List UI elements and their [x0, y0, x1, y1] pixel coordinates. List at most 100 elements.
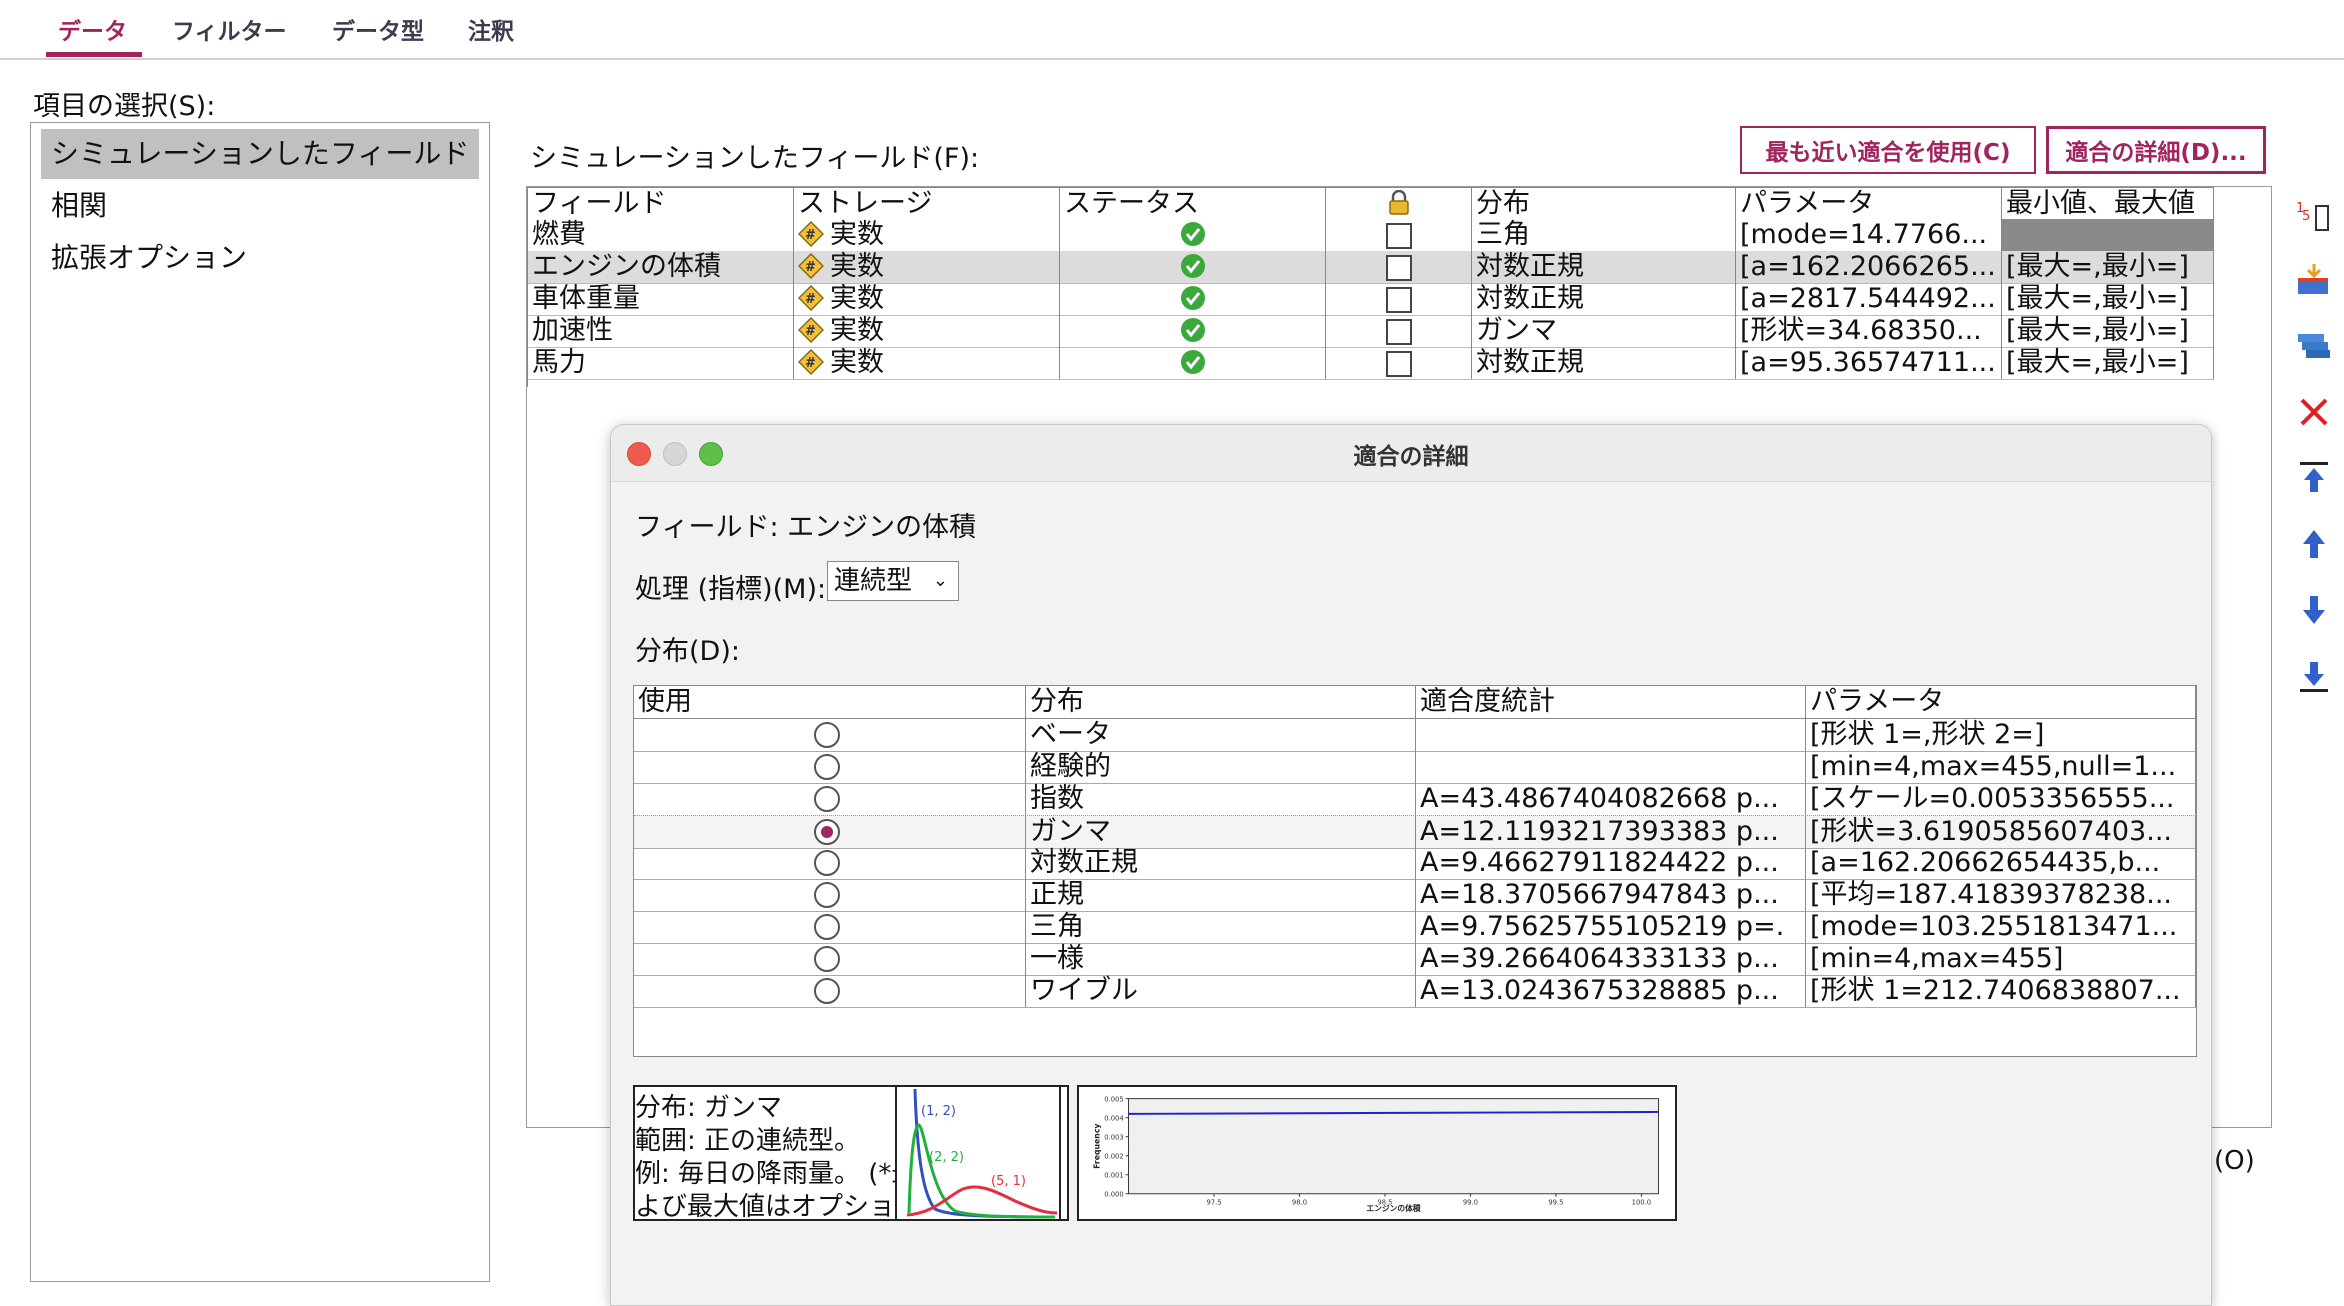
lock-checkbox[interactable]	[1385, 222, 1412, 249]
lock-cell[interactable]	[1326, 219, 1472, 251]
status-cell	[1060, 219, 1326, 251]
import-fields-icon[interactable]	[2294, 260, 2334, 300]
distribution-row[interactable]: 経験的 [min=4,max=455,null=1...	[634, 751, 2196, 784]
distribution-name-cell: 正規	[1026, 879, 1416, 911]
col-header-field[interactable]: フィールド	[528, 187, 794, 219]
minmax-cell[interactable]: [最大=,最小=]	[2002, 347, 2214, 379]
tab-filter[interactable]: フィルター	[172, 12, 287, 46]
distribution-name-cell: ベータ	[1026, 719, 1416, 751]
lock-checkbox[interactable]	[1385, 350, 1412, 377]
col-header-params[interactable]: パラメータ	[1806, 686, 2196, 718]
lock-cell[interactable]	[1326, 251, 1472, 283]
fields-table-row[interactable]: エンジンの体積 # 実数 対数正規 [a=162.2066265... [最大=,最小=]	[528, 251, 2214, 284]
fields-table-row[interactable]: 加速性 # 実数 ガンマ [形状=34.68350... [最大=,最小=]	[528, 315, 2214, 348]
distribution-row[interactable]: 正規 A=18.3705667947843 p... [平均=187.4183937…	[634, 879, 2196, 912]
table-stack-icon[interactable]	[2294, 326, 2334, 366]
use-cell[interactable]	[634, 751, 1026, 783]
distribution-radio[interactable]	[814, 914, 840, 940]
svg-text:5: 5	[2302, 209, 2310, 224]
y-tick-label: 0.004	[1104, 1115, 1123, 1123]
fields-table-row[interactable]: 車体重量 # 実数 対数正規 [a=2817.544492... [最大=,最小=]	[528, 283, 2214, 316]
svg-text:#: #	[805, 324, 816, 339]
field-name-cell: 燃費	[528, 219, 794, 251]
distribution-radio[interactable]	[814, 978, 840, 1004]
status-cell	[1060, 251, 1326, 283]
measure-select[interactable]: 連続型 ⌄	[827, 561, 959, 601]
y-axis-label: Frequency	[1092, 1124, 1101, 1169]
fit-details-button[interactable]: 適合の詳細(D)...	[2046, 126, 2266, 174]
use-closest-fit-button[interactable]: 最も近い適合を使用(C)	[1740, 126, 2036, 174]
lock-cell[interactable]	[1326, 315, 1472, 347]
minmax-cell[interactable]	[2002, 219, 2214, 251]
tab-data-type[interactable]: データ型	[332, 12, 424, 46]
distribution-radio[interactable]	[814, 882, 840, 908]
storage-cell: # 実数	[794, 219, 1060, 251]
measure-select-value: 連続型	[834, 566, 913, 596]
col-header-minmax[interactable]: 最小値、最大値	[2002, 187, 2214, 219]
fit-stat-cell	[1416, 719, 1806, 751]
col-header-distribution[interactable]: 分布	[1472, 187, 1736, 219]
fields-table-row[interactable]: 馬力 # 実数 対数正規 [a=95.36574711... [最大=,最小=]	[528, 347, 2214, 380]
lock-checkbox[interactable]	[1385, 254, 1412, 281]
move-down-icon[interactable]	[2294, 590, 2334, 630]
col-header-use[interactable]: 使用	[634, 686, 1026, 718]
use-cell[interactable]	[634, 783, 1026, 815]
storage-label: 実数	[830, 219, 884, 250]
lock-cell[interactable]	[1326, 347, 1472, 379]
use-cell[interactable]	[634, 911, 1026, 943]
minmax-cell[interactable]: [最大=,最小=]	[2002, 251, 2214, 283]
dialog-titlebar[interactable]: 適合の詳細	[611, 425, 2211, 482]
tab-annotation[interactable]: 注釈	[468, 12, 514, 46]
col-header-storage[interactable]: ストレージ	[794, 187, 1060, 219]
col-header-dist[interactable]: 分布	[1026, 686, 1416, 718]
field-name-cell: エンジンの体積	[528, 251, 794, 283]
distribution-radio[interactable]	[814, 722, 840, 748]
distribution-radio[interactable]	[814, 786, 840, 812]
distribution-row[interactable]: ガンマ A=12.1193217393383 p... [形状=3.61905856…	[634, 815, 2196, 849]
distribution-radio[interactable]	[814, 946, 840, 972]
storage-label: 実数	[830, 283, 884, 314]
status-cell	[1060, 315, 1326, 347]
delete-icon[interactable]	[2294, 392, 2334, 432]
nav-item-correlation[interactable]: 相関	[41, 181, 479, 231]
fields-table: フィールド ストレージ ステータス 分布 パラメータ 最小値、最大値 燃費 # 実数…	[527, 187, 2214, 387]
use-cell[interactable]	[634, 719, 1026, 751]
col-header-parameters[interactable]: パラメータ	[1736, 187, 2002, 219]
numbering-icon[interactable]: 15	[2294, 196, 2334, 236]
nav-item-advanced-options[interactable]: 拡張オプション	[41, 233, 479, 283]
move-to-top-icon[interactable]	[2294, 458, 2334, 498]
distribution-row[interactable]: 三角 A=9.75625755105219 p=. [mode=103.255181…	[634, 911, 2196, 944]
use-cell[interactable]	[634, 943, 1026, 975]
distribution-radio[interactable]	[814, 850, 840, 876]
distribution-row[interactable]: ベータ [形状 1=,形状 2=]	[634, 719, 2196, 752]
use-cell[interactable]	[634, 975, 1026, 1007]
minmax-cell[interactable]: [最大=,最小=]	[2002, 283, 2214, 315]
distribution-row[interactable]: ワイブル A=13.0243675328885 p... [形状 1=212.740…	[634, 975, 2196, 1008]
use-cell[interactable]	[634, 816, 1026, 848]
distribution-row[interactable]: 一様 A=39.2664064333133 p... [min=4,max=455]	[634, 943, 2196, 976]
nav-item-simulated-fields[interactable]: シミュレーションしたフィールド	[41, 129, 479, 179]
status-cell	[1060, 283, 1326, 315]
distribution-radio[interactable]	[814, 754, 840, 780]
use-cell[interactable]	[634, 879, 1026, 911]
col-header-status[interactable]: ステータス	[1060, 187, 1326, 219]
distribution-name-cell: ガンマ	[1026, 816, 1416, 848]
distribution-radio[interactable]	[814, 819, 840, 845]
distribution-name-cell: 経験的	[1026, 751, 1416, 783]
col-header-lock[interactable]	[1326, 187, 1472, 219]
fit-stat-cell: A=13.0243675328885 p...	[1416, 975, 1806, 1007]
move-to-bottom-icon[interactable]	[2294, 656, 2334, 696]
svg-text:#: #	[805, 260, 816, 275]
lock-checkbox[interactable]	[1385, 318, 1412, 345]
thumb-label-5-1: (5, 1)	[991, 1174, 1026, 1189]
minmax-cell[interactable]: [最大=,最小=]	[2002, 315, 2214, 347]
use-cell[interactable]	[634, 847, 1026, 879]
move-up-icon[interactable]	[2294, 524, 2334, 564]
lock-cell[interactable]	[1326, 283, 1472, 315]
distribution-row[interactable]: 対数正規 A=9.46627911824422 p... [a=162.206626…	[634, 847, 2196, 880]
col-header-fit-stat[interactable]: 適合度統計	[1416, 686, 1806, 718]
distribution-row[interactable]: 指数 A=43.4867404082668 p... [スケール=0.0053356…	[634, 783, 2196, 816]
lock-checkbox[interactable]	[1385, 286, 1412, 313]
fields-table-row[interactable]: 燃費 # 実数 三角 [mode=14.7766...	[528, 219, 2214, 252]
tab-data[interactable]: データ	[58, 12, 127, 46]
